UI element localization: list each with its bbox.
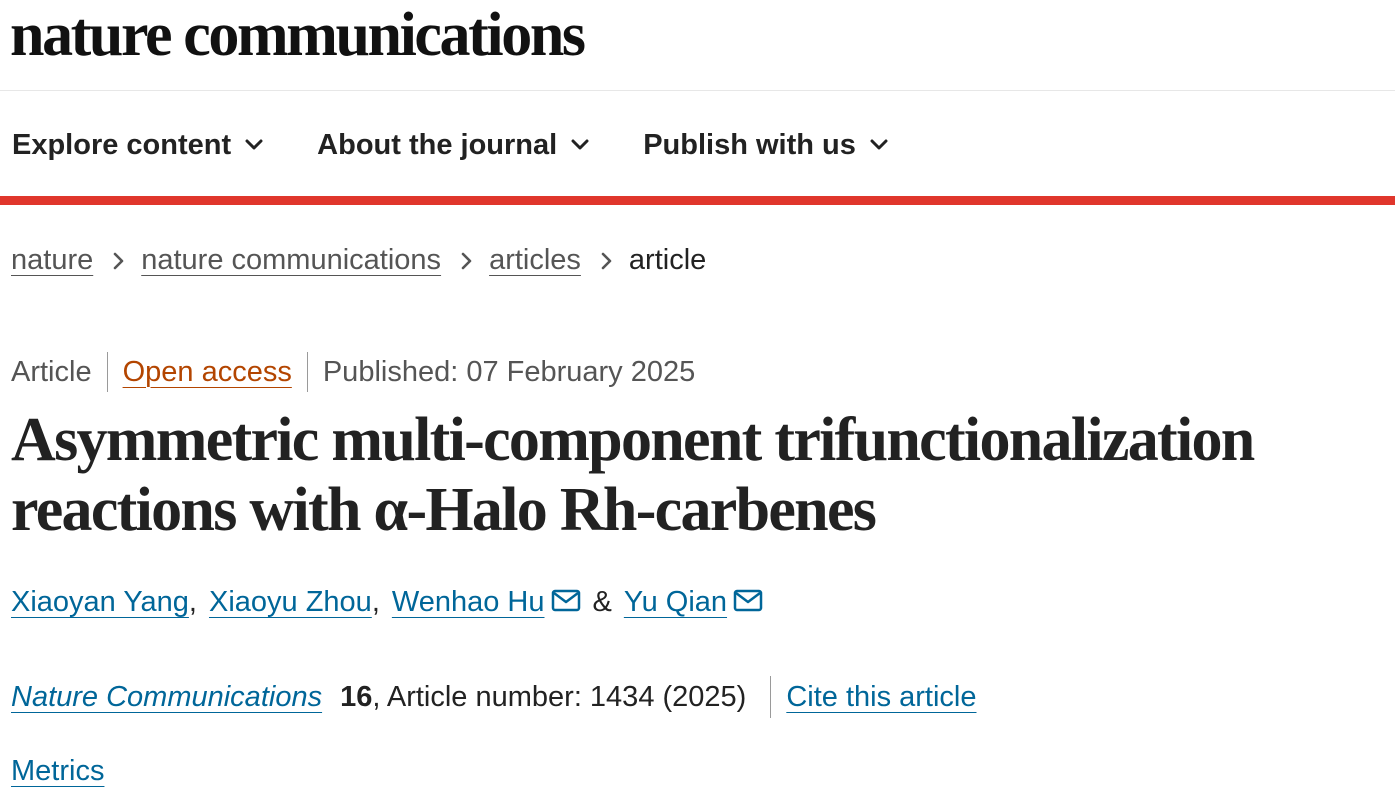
journal-logo[interactable]: nature communications (10, 2, 586, 68)
author-separator: , (371, 586, 380, 618)
article-meta: Article Open access Published: 07 Februa… (11, 352, 695, 392)
nav-label: Publish with us (643, 128, 856, 161)
breadcrumb: nature nature communications articles ar… (11, 244, 706, 277)
open-access-link[interactable]: Open access (123, 356, 292, 389)
nav-about-the-journal[interactable]: About the journal (317, 129, 589, 162)
author-link[interactable]: Yu Qian (624, 586, 727, 619)
accent-bar (0, 196, 1395, 205)
chevron-right-icon (113, 252, 125, 270)
author-list: Xiaoyan Yang , Xiaoyu Zhou , Wenhao Hu &… (11, 586, 763, 621)
metrics-link[interactable]: Metrics (11, 755, 104, 788)
volume-number: 16 (340, 680, 373, 713)
author-separator: , (188, 586, 197, 618)
breadcrumb-nature-communications[interactable]: nature communications (141, 244, 441, 277)
nav-publish-with-us[interactable]: Publish with us (643, 129, 888, 162)
journal-link[interactable]: Nature Communications (11, 681, 322, 714)
meta-divider (306, 352, 308, 392)
chevron-down-icon (571, 139, 589, 150)
article-title: Asymmetric multi-component trifunctional… (11, 406, 1255, 544)
chevron-right-icon (601, 252, 613, 270)
article-number: , Article number: 1434 (2025) (372, 680, 747, 713)
author-link[interactable]: Xiaoyan Yang (11, 586, 189, 619)
chevron-right-icon (461, 252, 473, 270)
breadcrumb-articles[interactable]: articles (489, 244, 581, 277)
mail-icon[interactable] (733, 588, 763, 621)
author-link[interactable]: Wenhao Hu (392, 586, 545, 619)
chevron-down-icon (870, 139, 888, 150)
citation-line: Nature Communications 16 , Article numbe… (11, 676, 977, 718)
chevron-down-icon (245, 139, 263, 150)
author-ampersand: & (592, 586, 612, 618)
author-link[interactable]: Xiaoyu Zhou (209, 586, 372, 619)
citation-divider (770, 676, 772, 718)
nav-label: Explore content (12, 128, 232, 161)
mail-icon[interactable] (551, 588, 581, 621)
nav-label: About the journal (317, 128, 558, 161)
published-date: Published: 07 February 2025 (322, 355, 696, 388)
meta-divider (106, 352, 108, 392)
cite-this-article-link[interactable]: Cite this article (786, 681, 976, 714)
breadcrumb-current: article (628, 244, 707, 276)
main-nav: Explore content About the journal Publis… (12, 118, 942, 172)
nav-explore-content[interactable]: Explore content (12, 129, 263, 162)
article-type: Article (11, 355, 92, 388)
breadcrumb-nature[interactable]: nature (11, 244, 93, 277)
header-divider (0, 90, 1395, 91)
